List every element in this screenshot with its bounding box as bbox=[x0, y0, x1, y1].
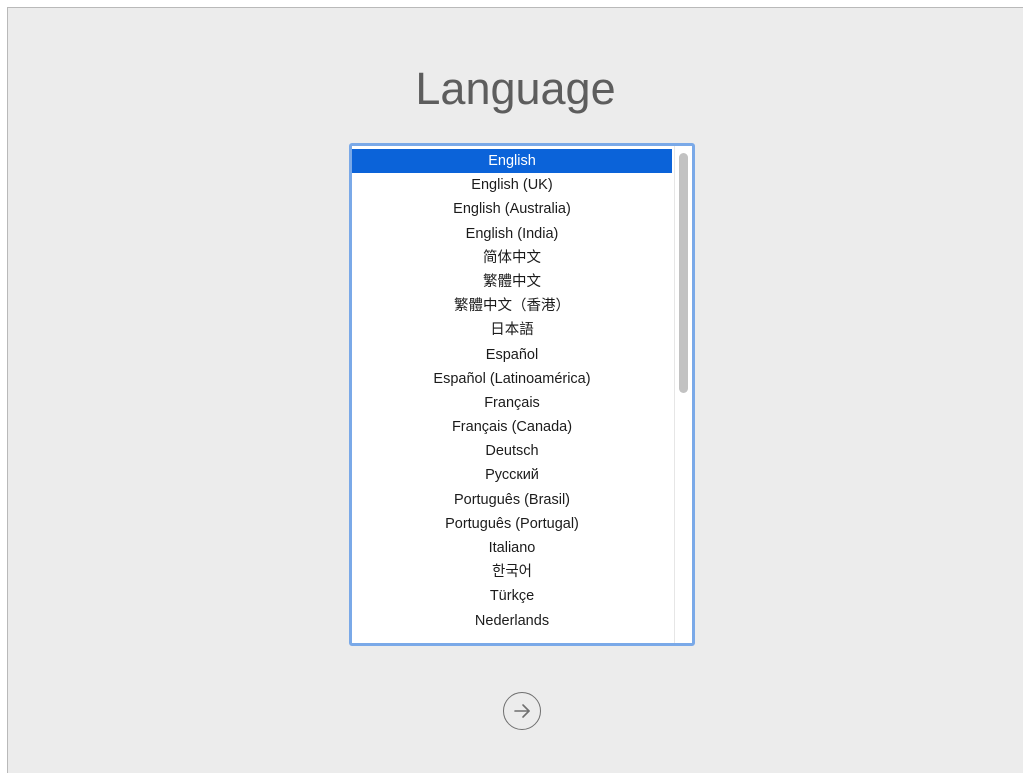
language-list[interactable]: English English (UK) English (Australia)… bbox=[349, 143, 695, 646]
language-item-portuguese-portugal[interactable]: Português (Portugal) bbox=[352, 512, 672, 536]
scrollbar-thumb[interactable] bbox=[679, 153, 688, 393]
language-item-english[interactable]: English bbox=[352, 149, 672, 174]
language-item-italian[interactable]: Italiano bbox=[352, 536, 672, 560]
language-item-spanish-latam[interactable]: Español (Latinoamérica) bbox=[352, 367, 672, 391]
language-item-english-uk[interactable]: English (UK) bbox=[352, 173, 672, 197]
language-item-german[interactable]: Deutsch bbox=[352, 439, 672, 463]
language-item-russian[interactable]: Русский bbox=[352, 463, 672, 487]
installer-screen: Language English English (UK) English (A… bbox=[7, 7, 1023, 773]
language-item-portuguese-brazil[interactable]: Português (Brasil) bbox=[352, 488, 672, 512]
page-title: Language bbox=[415, 63, 616, 114]
language-item-french-canada[interactable]: Français (Canada) bbox=[352, 415, 672, 439]
arrow-right-circle-icon bbox=[514, 704, 530, 718]
language-item-simplified-chinese[interactable]: 简体中文 bbox=[352, 246, 672, 270]
language-item-french[interactable]: Français bbox=[352, 391, 672, 415]
language-item-spanish[interactable]: Español bbox=[352, 343, 672, 367]
language-item-korean[interactable]: 한국어 bbox=[352, 560, 672, 584]
language-item-turkish[interactable]: Türkçe bbox=[352, 584, 672, 608]
scrollbar-track[interactable] bbox=[674, 146, 692, 643]
language-item-english-australia[interactable]: English (Australia) bbox=[352, 197, 672, 221]
language-item-japanese[interactable]: 日本語 bbox=[352, 318, 672, 342]
language-list-items: English English (UK) English (Australia)… bbox=[352, 149, 672, 633]
language-item-english-india[interactable]: English (India) bbox=[352, 222, 672, 246]
language-item-traditional-chinese-hk[interactable]: 繁體中文（香港） bbox=[352, 294, 672, 318]
next-button[interactable] bbox=[503, 692, 541, 730]
language-item-traditional-chinese[interactable]: 繁體中文 bbox=[352, 270, 672, 294]
language-item-dutch[interactable]: Nederlands bbox=[352, 609, 672, 633]
